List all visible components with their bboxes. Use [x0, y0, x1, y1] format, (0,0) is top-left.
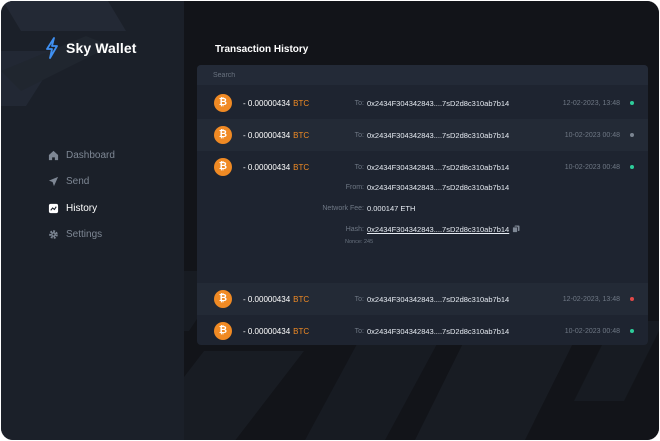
nonce-label: Nonce:: [345, 239, 363, 245]
transaction-date: 10-02-2023 00:48: [564, 163, 620, 171]
sidebar-item-label: Send: [66, 176, 90, 188]
app-name: Sky Wallet: [66, 40, 137, 56]
history-icon: [47, 202, 59, 214]
nonce-detail: Nonce: 245: [197, 235, 648, 249]
search-input[interactable]: [213, 71, 513, 79]
transaction-date: 12-02-2023, 13:48: [562, 295, 620, 303]
page-title: Transaction History: [215, 44, 309, 55]
from-detail: From: 0x2434F304342843....7sD2d8c310ab7b…: [197, 180, 648, 194]
transaction-amount: - 0.00000434 BTC: [243, 163, 309, 172]
transaction-amount: - 0.00000434 BTC: [243, 327, 309, 336]
to-label: To:: [354, 163, 364, 171]
to-address: 0x2434F304342843....7sD2d8c310ab7b14: [367, 98, 510, 108]
app-window: Sky Wallet Dashboard Send History Settin…: [1, 1, 659, 440]
to-address: 0x2434F304342843....7sD2d8c310ab7b14: [367, 162, 510, 172]
to-label: To:: [354, 327, 364, 335]
sidebar-nav: Dashboard Send History Settings: [47, 142, 115, 248]
to-address: 0x2434F304342843....7sD2d8c310ab7b14: [367, 326, 510, 336]
fee-detail: Network Fee: 0.000147 ETH: [197, 201, 648, 215]
sidebar-item-settings[interactable]: Settings: [47, 222, 115, 249]
transaction-panel: ₿ - 0.00000434BTC To: 0x2434F304342843..…: [197, 65, 648, 345]
currency-label: BTC: [293, 130, 310, 140]
bitcoin-icon: ₿: [214, 126, 232, 144]
to-address: 0x2434F304342843....7sD2d8c310ab7b14: [367, 294, 510, 304]
copy-icon[interactable]: [512, 225, 520, 233]
from-address: 0x2434F304342843....7sD2d8c310ab7b14: [367, 182, 510, 192]
amount-value: - 0.00000434: [243, 326, 291, 336]
amount-value: - 0.00000434: [243, 162, 291, 172]
sidebar-item-history[interactable]: History: [47, 195, 115, 222]
status-indicator: [630, 329, 634, 333]
search-bar: [197, 65, 648, 85]
sidebar-item-label: Settings: [66, 229, 103, 241]
transaction-amount: - 0.00000434 BTC: [243, 295, 309, 304]
currency-label: BTC: [293, 98, 310, 108]
amount-value: - 0.00000434: [243, 294, 291, 304]
nonce-text: Nonce: 245: [345, 239, 373, 245]
from-label: From:: [345, 183, 364, 191]
hash-label: Hash:: [345, 225, 364, 233]
bitcoin-icon: ₿: [214, 94, 232, 112]
currency-label: BTC: [293, 162, 310, 172]
home-icon: [47, 149, 59, 161]
nonce-value: 245: [363, 239, 374, 245]
sidebar-item-send[interactable]: Send: [47, 169, 115, 196]
transaction-date: 12-02-2023, 13:48: [562, 99, 620, 107]
gear-icon: [47, 229, 59, 241]
status-indicator: [630, 101, 634, 105]
currency-label: BTC: [293, 294, 310, 304]
bitcoin-icon: ₿: [214, 290, 232, 308]
send-icon: [47, 176, 59, 188]
fee-value: 0.000147 ETH: [367, 203, 416, 213]
transaction-amount: - 0.00000434 BTC: [243, 99, 309, 108]
transaction-row-expanded[interactable]: ₿ - 0.00000434 BTC To: 0x2434F304342843..…: [197, 151, 648, 183]
status-indicator: [630, 297, 634, 301]
amount-value: - 0.00000434: [243, 130, 291, 140]
transaction-row[interactable]: ₿ - 0.00000434 BTC To: 0x2434F304342843..…: [197, 119, 648, 151]
bolt-logo-icon: [46, 37, 58, 59]
bitcoin-icon: ₿: [214, 322, 232, 340]
hash-detail: Hash: 0x2434F304342843....7sD2d8c310ab7b…: [197, 222, 648, 236]
bitcoin-icon: ₿: [214, 158, 232, 176]
transaction-amount: - 0.00000434 BTC: [243, 131, 309, 140]
sidebar-item-label: Dashboard: [66, 149, 115, 161]
to-label: To:: [354, 295, 364, 303]
to-label: To:: [354, 131, 364, 139]
sidebar-item-label: History: [66, 202, 98, 214]
amount-value: - 0.00000434: [243, 98, 291, 108]
sidebar: Sky Wallet Dashboard Send History Settin…: [1, 1, 184, 440]
status-indicator: [630, 133, 634, 137]
transaction-row[interactable]: ₿ - 0.00000434 BTC To: 0x2434F304342843..…: [197, 87, 648, 119]
fee-label: Network Fee:: [322, 204, 364, 212]
transaction-date: 10-02-2023 00:48: [564, 131, 620, 139]
to-address: 0x2434F304342843....7sD2d8c310ab7b14: [367, 130, 510, 140]
to-label: To:: [354, 99, 364, 107]
transaction-row[interactable]: ₿ - 0.00000434 BTC To: 0x2434F304342843..…: [197, 283, 648, 315]
transaction-row[interactable]: ₿ - 0.00000434 BTC To: 0x2434F304342843..…: [197, 315, 648, 345]
hash-link[interactable]: 0x2434F304342843....7sD2d8c310ab7b14: [367, 225, 509, 234]
main-content: Transaction History ₿ - 0.00000434BTC To…: [184, 1, 659, 440]
currency-label: BTC: [293, 326, 310, 336]
sidebar-item-dashboard[interactable]: Dashboard: [47, 142, 115, 169]
brand-logo: Sky Wallet: [44, 37, 137, 59]
transaction-date: 10-02-2023 00:48: [564, 327, 620, 335]
status-indicator: [630, 165, 634, 169]
